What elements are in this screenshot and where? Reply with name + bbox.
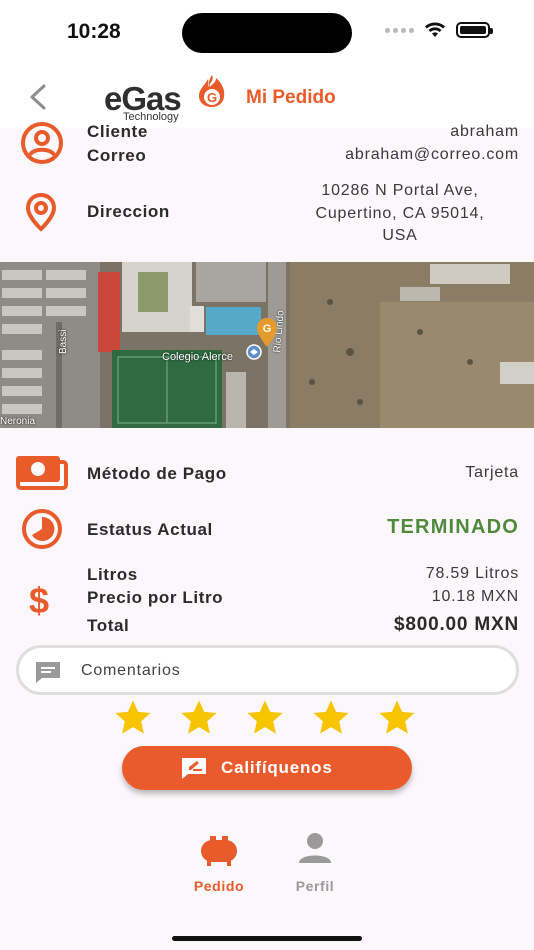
user-icon <box>21 122 63 164</box>
star-icon-1[interactable] <box>112 698 154 738</box>
status-value: TERMINADO <box>387 516 519 538</box>
star-rating[interactable] <box>112 698 418 738</box>
cash-icon <box>16 456 68 490</box>
page-title: Mi Pedido <box>246 87 336 108</box>
dynamic-island <box>182 13 352 53</box>
status-label: Estatus Actual <box>87 520 213 539</box>
direccion-line-2: Cupertino, CA 95014, <box>315 204 485 222</box>
litros-value: 78.59 Litros <box>425 565 519 582</box>
payment-value: Tarjeta <box>465 464 519 481</box>
egas-logo: eGas Technology G <box>104 74 226 124</box>
nav-bar: eGas Technology G Mi Pedido <box>0 62 534 128</box>
star-icon-5[interactable] <box>376 698 418 738</box>
direccion-line-1: 10286 N Portal Ave, <box>321 182 479 199</box>
cliente-label: Cliente <box>87 122 148 141</box>
svg-text:$: $ <box>29 580 49 620</box>
home-indicator <box>172 936 362 941</box>
dollar-icon: $ <box>29 580 49 620</box>
location-pin-icon <box>25 192 57 232</box>
profile-icon <box>299 833 331 863</box>
gas-tank-icon <box>201 836 237 866</box>
map-label-street-2: Bassi <box>58 329 69 354</box>
star-icon-3[interactable] <box>244 698 286 738</box>
total-label: Total <box>87 616 130 635</box>
direccion-label: Direccion <box>87 202 170 221</box>
map-label-street-3: Neronia <box>0 416 36 427</box>
battery-icon <box>456 22 493 38</box>
total-value: $800.00 MXN <box>394 614 519 635</box>
flame-logo-icon: G <box>199 75 225 107</box>
cliente-value: abraham <box>450 123 519 140</box>
logo-badge: G <box>207 90 217 105</box>
direccion-value: 10286 N Portal Ave, Cupertino, CA 95014,… <box>290 180 510 248</box>
signal-icon <box>385 27 414 33</box>
star-icon-4[interactable] <box>310 698 352 738</box>
correo-value: abraham@correo.com <box>345 146 519 163</box>
status-clock-icon <box>22 509 62 549</box>
status-time: 10:28 <box>67 20 121 43</box>
status-bar: 10:28 <box>0 0 534 62</box>
rate-edit-icon <box>182 758 206 779</box>
tab-pedido-label: Pedido <box>193 878 245 894</box>
map-label-school: Colegio Alerce <box>162 351 233 363</box>
comment-icon <box>36 662 60 683</box>
wifi-icon <box>425 22 445 37</box>
comments-input[interactable]: Comentarios <box>16 645 519 695</box>
litros-label: Litros <box>87 565 138 584</box>
comments-placeholder: Comentarios <box>81 662 181 679</box>
tab-pedido[interactable]: Pedido <box>179 830 259 900</box>
map-view[interactable]: Colegio Alerce Rio Lindo Bassi Neronia G <box>0 262 534 428</box>
order-location-marker-icon[interactable]: G <box>255 317 279 349</box>
direccion-line-3: USA <box>382 227 418 244</box>
precio-label: Precio por Litro <box>87 588 224 607</box>
tab-perfil-label: Perfil <box>295 878 335 894</box>
star-icon-2[interactable] <box>178 698 220 738</box>
back-chevron-icon[interactable] <box>24 82 54 112</box>
rate-us-label: Califíquenos <box>221 758 333 777</box>
tab-perfil[interactable]: Perfil <box>275 830 355 900</box>
marker-badge: G <box>263 323 272 335</box>
rate-us-button[interactable]: Califíquenos <box>122 746 412 790</box>
correo-label: Correo <box>87 146 147 165</box>
payment-label: Método de Pago <box>87 464 227 483</box>
precio-value: 10.18 MXN <box>431 588 519 605</box>
status-icons <box>385 22 493 38</box>
